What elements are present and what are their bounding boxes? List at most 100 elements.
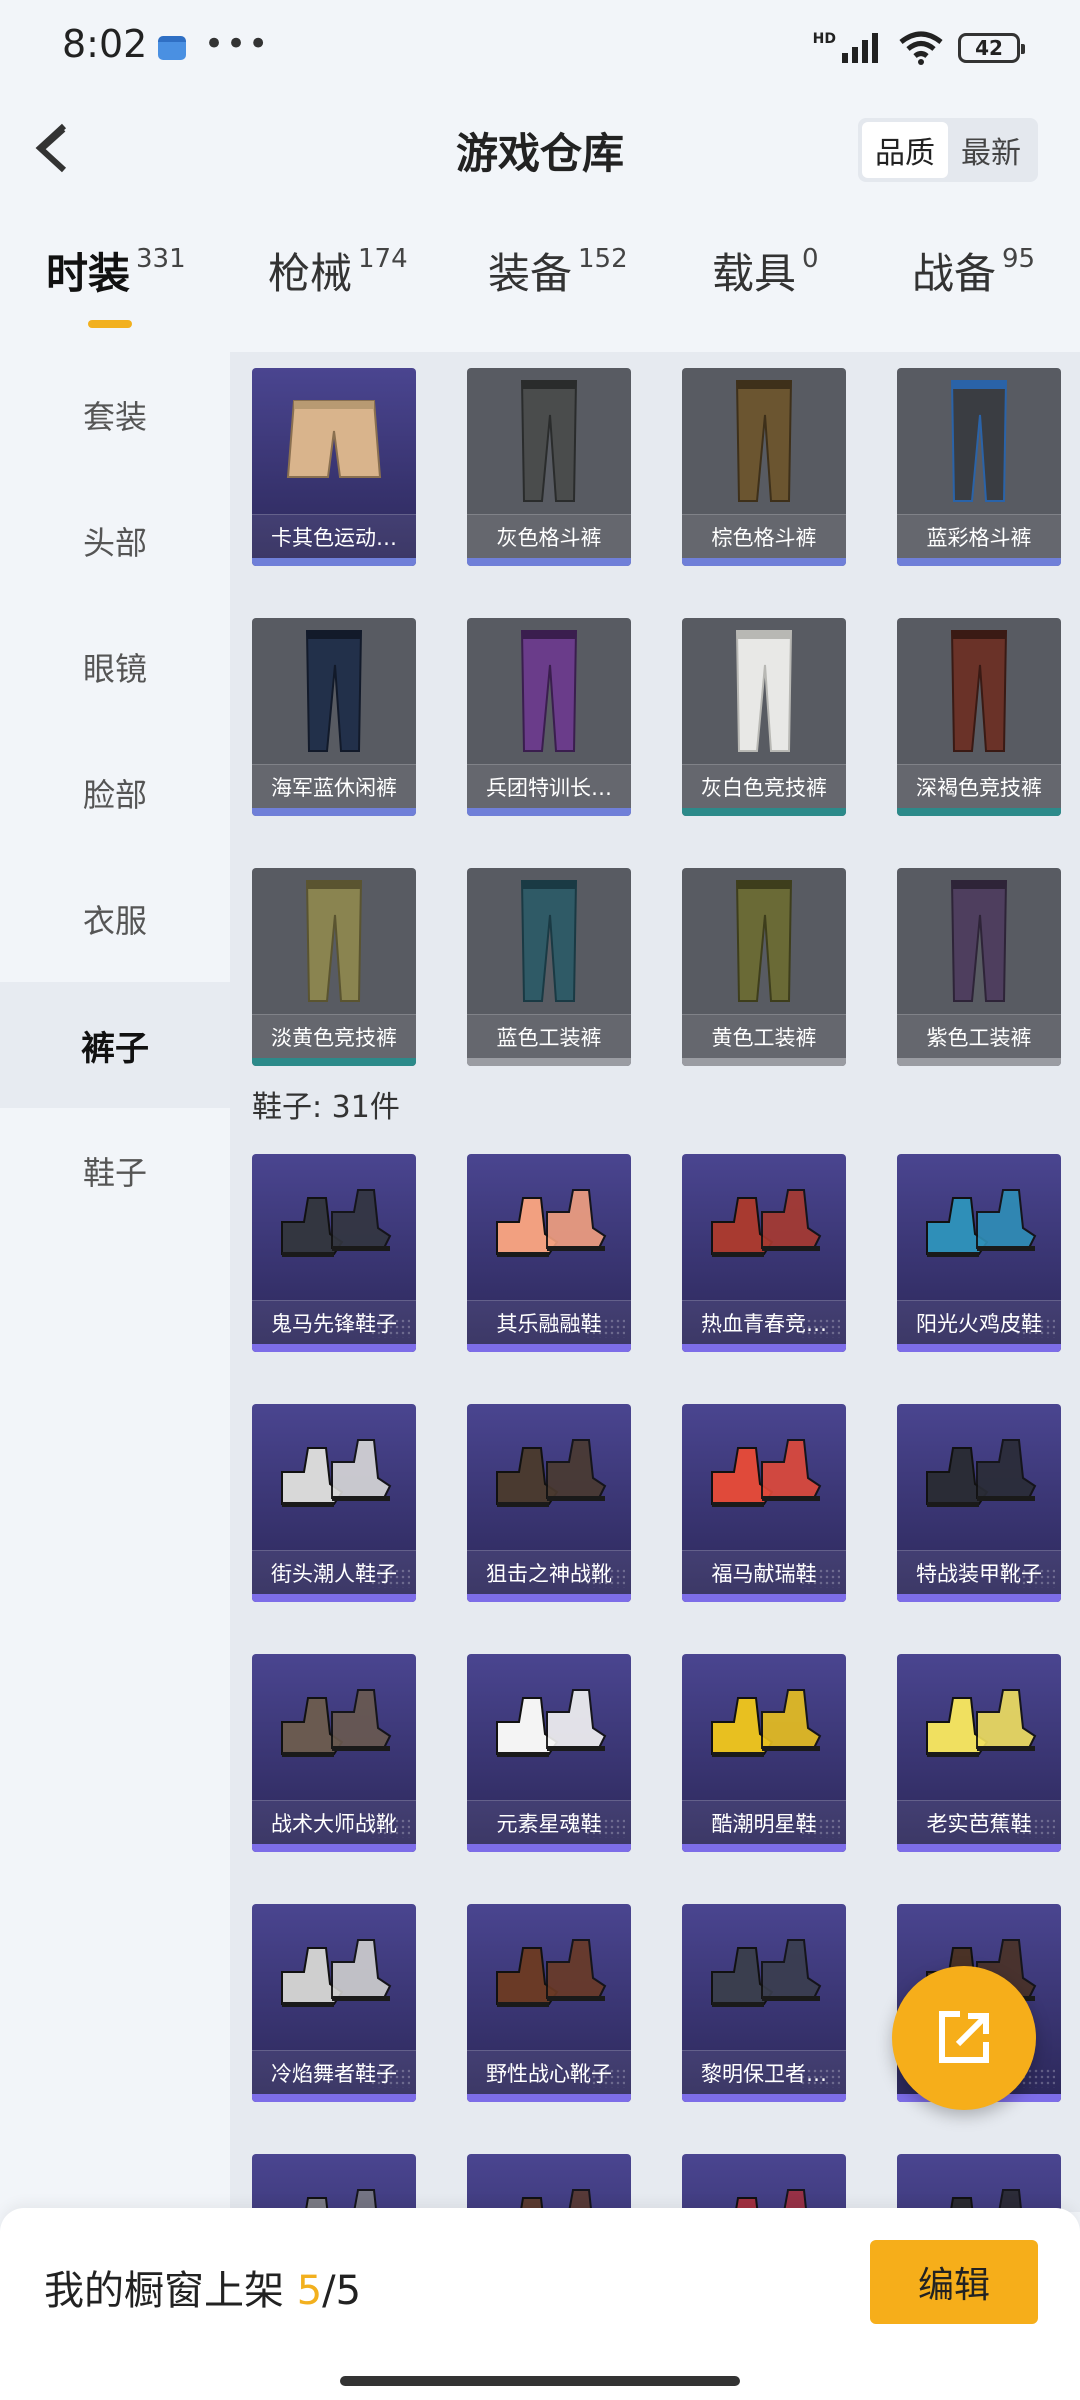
status-time: 8:02 [62,22,148,66]
quality-bar [252,1344,416,1352]
sidebar-item-face[interactable]: 脸部 [0,730,230,856]
item-card[interactable]: 狙击之神战靴 [467,1404,631,1602]
back-button[interactable] [24,116,88,180]
item-card[interactable]: 元素星魂鞋 [467,1654,631,1852]
item-card[interactable]: 卡其色运动… [252,368,416,566]
share-button[interactable] [892,1966,1036,2110]
item-image [897,2154,1061,2212]
item-card[interactable]: 黄色工装裤 [682,868,846,1066]
tab-label: 装备 [488,249,573,298]
item-card[interactable] [467,2154,631,2212]
item-name: 冷焰舞者鞋子 [252,2050,416,2094]
item-card[interactable]: 蓝彩格斗裤 [897,368,1061,566]
sidebar-item-pants[interactable]: 裤子 [0,982,230,1108]
item-card[interactable]: 战术大师战靴 [252,1654,416,1852]
item-grid: 鞋子: 31件 卡其色运动… 灰色格斗裤 棕色格斗裤 蓝彩格斗裤海军蓝休闲裤 兵团特训长… [230,352,1080,2212]
signal-icon [842,33,878,63]
item-card[interactable]: 紫色工装裤 [897,868,1061,1066]
item-card[interactable]: 灰色格斗裤 [467,368,631,566]
tab-fashion[interactable]: 时装 331 [46,240,186,330]
item-card[interactable]: 热血青春竞… [682,1154,846,1352]
share-icon [939,2011,989,2063]
item-card[interactable]: 鬼马先锋鞋子 [252,1154,416,1352]
item-card[interactable] [682,2154,846,2212]
quality-bar [897,808,1061,816]
item-card[interactable] [252,2154,416,2212]
item-image [897,618,1061,764]
tab-equipment[interactable]: 装备 152 [488,240,628,330]
item-card[interactable]: 野性战心靴子 [467,1904,631,2102]
tab-count: 331 [136,244,186,274]
item-card[interactable]: 蓝色工装裤 [467,868,631,1066]
sort-newest-button[interactable]: 最新 [948,122,1034,178]
showcase-total: /5 [322,2268,362,2314]
pants-icon [950,630,1008,752]
item-image [467,2154,631,2212]
item-image [467,1904,631,2050]
item-card[interactable]: 深褐色竞技裤 [897,618,1061,816]
shoe-icon [711,1939,822,2007]
item-card[interactable]: 冷焰舞者鞋子 [252,1904,416,2102]
item-card[interactable]: 兵团特训长… [467,618,631,816]
quality-bar [897,1344,1061,1352]
shoe-icon [281,1189,392,1257]
item-name: 淡黄色竞技裤 [252,1014,416,1058]
quality-bar [682,1594,846,1602]
item-image [467,1404,631,1550]
wifi-icon [899,31,943,65]
pants-icon [735,630,793,752]
tab-supplies[interactable]: 战备 95 [912,240,1035,330]
edit-button[interactable]: 编辑 [870,2240,1038,2324]
section-title-shoes: 鞋子: 31件 [252,1090,400,1125]
shoe-icon [281,1689,392,1757]
sort-quality-button[interactable]: 品质 [862,122,948,178]
item-image [252,618,416,764]
tab-guns[interactable]: 枪械 174 [268,240,408,330]
quality-bar [252,558,416,566]
quality-bar [252,1594,416,1602]
item-card[interactable] [897,2154,1061,2212]
item-name: 蓝彩格斗裤 [897,514,1061,558]
item-card[interactable]: 其乐融融鞋 [467,1154,631,1352]
item-name: 特战装甲靴子 [897,1550,1061,1594]
item-card[interactable]: 棕色格斗裤 [682,368,846,566]
item-card[interactable]: 黎明保卫者… [682,1904,846,2102]
showcase-label: 我的橱窗上架 [44,2268,297,2314]
tab-vehicles[interactable]: 载具 0 [712,240,819,330]
home-indicator [340,2376,740,2386]
sidebar-item-shoes[interactable]: 鞋子 [0,1108,230,1234]
shoe-icon [926,1689,1037,1757]
pants-icon [520,880,578,1002]
quality-bar [682,2094,846,2102]
sidebar-item-outfits[interactable]: 套装 [0,352,230,478]
item-card[interactable]: 海军蓝休闲裤 [252,618,416,816]
item-card[interactable]: 酷潮明星鞋 [682,1654,846,1852]
hd-icon: HD [812,31,836,47]
sidebar-item-clothes[interactable]: 衣服 [0,856,230,982]
sidebar-item-head[interactable]: 头部 [0,478,230,604]
item-image [897,1154,1061,1300]
item-card[interactable]: 淡黄色竞技裤 [252,868,416,1066]
sidebar-item-glasses[interactable]: 眼镜 [0,604,230,730]
quality-bar [467,808,631,816]
quality-bar [897,1844,1061,1852]
item-name: 老实芭蕉鞋 [897,1800,1061,1844]
pants-icon [305,630,363,752]
item-name: 其乐融融鞋 [467,1300,631,1344]
pants-icon [305,880,363,1002]
item-card[interactable]: 老实芭蕉鞋 [897,1654,1061,1852]
item-image [252,2154,416,2212]
pants-icon [735,880,793,1002]
item-name: 战术大师战靴 [252,1800,416,1844]
item-image [467,868,631,1014]
item-card[interactable]: 阳光火鸡皮鞋 [897,1154,1061,1352]
item-card[interactable]: 街头潮人鞋子 [252,1404,416,1602]
quality-bar [252,1058,416,1066]
battery-icon: 42 [958,33,1025,63]
item-card[interactable]: 灰白色竞技裤 [682,618,846,816]
item-image [252,1904,416,2050]
item-card[interactable]: 特战装甲靴子 [897,1404,1061,1602]
shoe-icon [281,1439,392,1507]
item-name: 街头潮人鞋子 [252,1550,416,1594]
item-card[interactable]: 福马献瑞鞋 [682,1404,846,1602]
